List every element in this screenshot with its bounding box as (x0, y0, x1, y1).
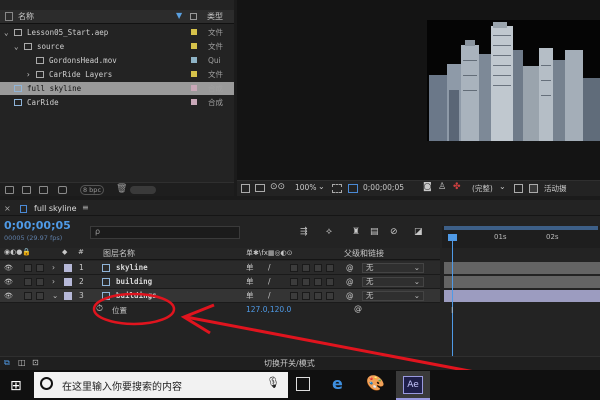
after-effects-icon: Ae (403, 376, 423, 394)
red-annotation-overlay (92, 292, 591, 396)
cortana-icon (40, 377, 53, 390)
taskbar-search-box[interactable]: 在这里输入你要搜索的内容 🎙 (34, 372, 288, 398)
edge-browser-icon[interactable]: e (332, 374, 343, 393)
task-view-icon[interactable] (296, 377, 310, 391)
after-effects-taskbar-button[interactable]: Ae (396, 371, 430, 400)
microphone-icon[interactable]: 🎙 (266, 376, 280, 389)
windows-start-icon[interactable]: ⊞ (10, 378, 22, 394)
red-circle-annotation (92, 292, 176, 326)
paint-app-icon[interactable]: 🎨 (366, 374, 385, 392)
taskbar-search-placeholder: 在这里输入你要搜索的内容 (62, 382, 182, 393)
